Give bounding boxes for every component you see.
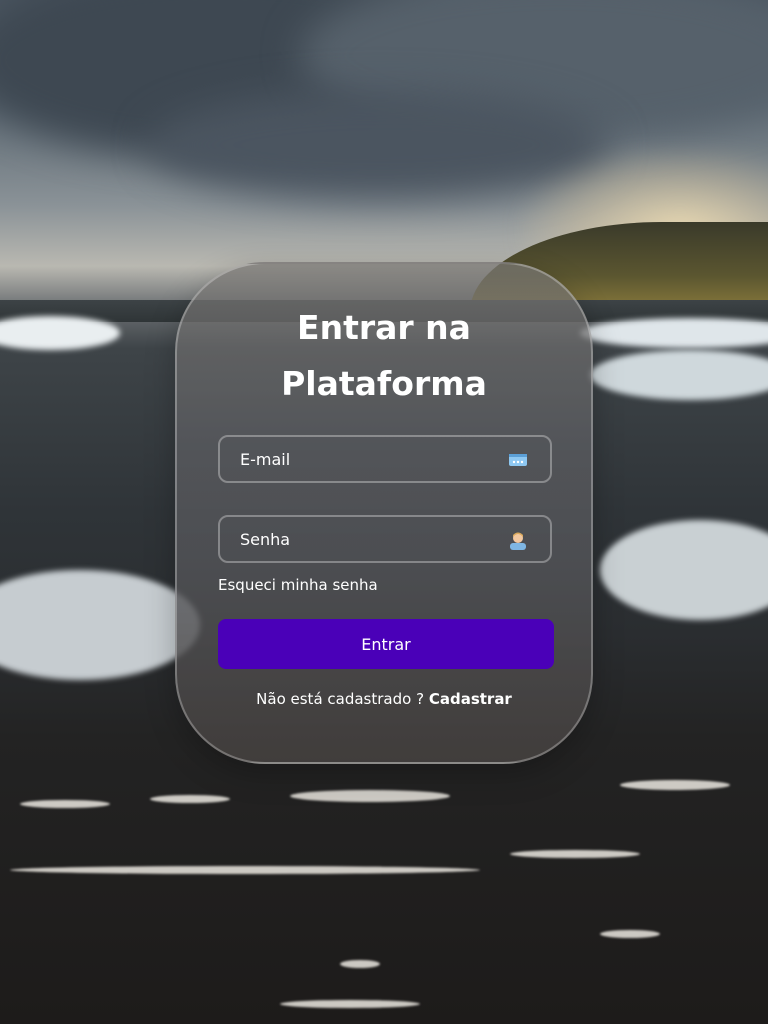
password-input[interactable] [220, 517, 550, 561]
signup-prompt: Não está cadastrado ? [256, 690, 425, 708]
login-button[interactable]: Entrar [218, 619, 554, 669]
page-title: Entrar na Plataforma [177, 300, 591, 412]
title-line-2: Plataforma [281, 364, 487, 403]
password-field [218, 515, 552, 563]
forgot-password-link[interactable]: Esqueci minha senha [218, 576, 378, 594]
login-card: Entrar na Plataforma Esqueci minha senha… [175, 262, 593, 764]
title-line-1: Entrar na [297, 308, 471, 347]
signup-link[interactable]: Cadastrar [429, 690, 512, 708]
card-icon [509, 454, 527, 466]
email-field [218, 435, 552, 483]
user-icon [510, 532, 526, 550]
signup-row: Não está cadastrado ? Cadastrar [177, 690, 591, 708]
email-input[interactable] [220, 437, 550, 481]
